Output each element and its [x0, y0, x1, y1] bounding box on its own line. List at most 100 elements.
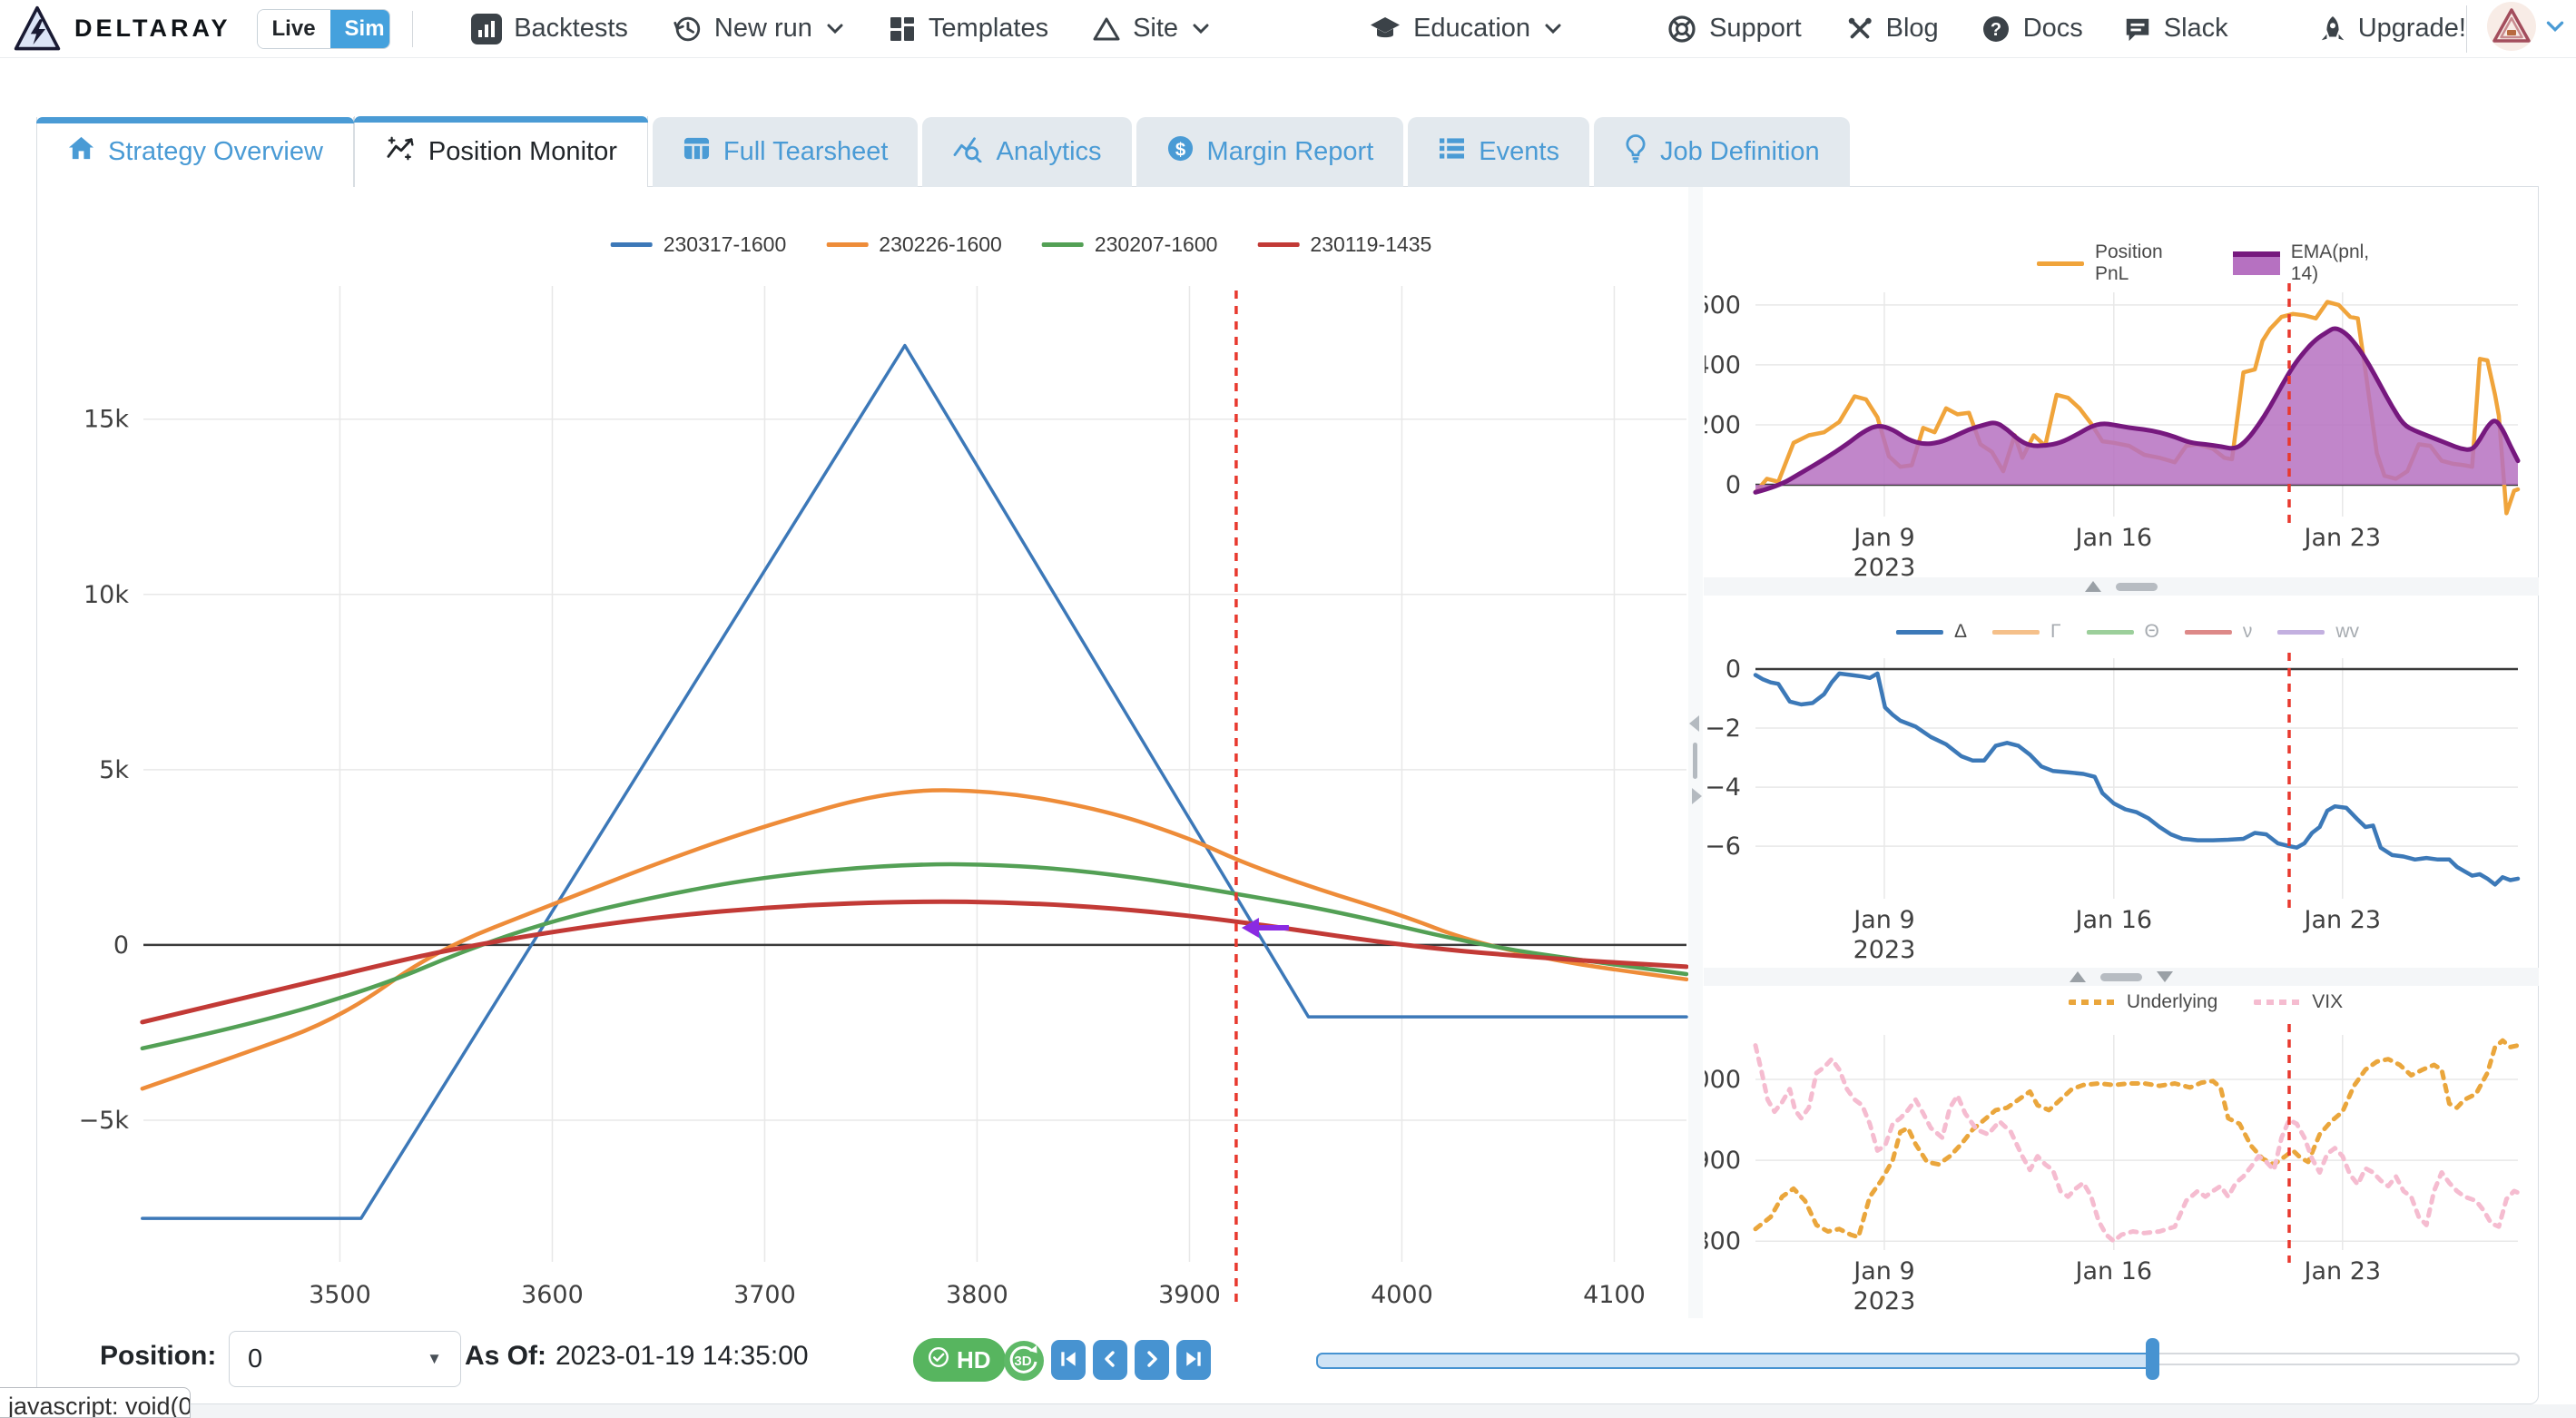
account-chevron-down-icon[interactable]	[2545, 21, 2565, 37]
grid-icon	[888, 15, 917, 44]
legend-swatch	[2277, 630, 2325, 635]
tab-position-monitor[interactable]: Position Monitor	[354, 116, 648, 187]
legend-label: 230317-1600	[664, 232, 787, 257]
live-sim-toggle: Live Sim	[257, 9, 391, 49]
svg-text:$: $	[1175, 140, 1185, 160]
underlying-chart[interactable]: 380039004000Jan 92023Jan 16Jan 23	[1705, 1010, 2538, 1331]
threed-button[interactable]: 3D	[1004, 1341, 1044, 1381]
triangle-icon	[1092, 15, 1121, 44]
time-slider[interactable]	[1316, 1353, 2520, 1365]
nav-item-templates[interactable]: Templates	[888, 14, 1048, 44]
legend-item[interactable]: 230207-1600	[1042, 232, 1218, 257]
tab-analytics[interactable]: Analytics	[922, 117, 1131, 187]
trend-spark-icon	[385, 134, 416, 169]
nav-label: Site	[1133, 14, 1178, 44]
nav-label: Education	[1413, 14, 1530, 44]
status-text: javascript: void(0)	[0, 1388, 190, 1418]
svg-text:Jan 16: Jan 16	[2074, 1257, 2153, 1285]
nav-label: Templates	[929, 14, 1048, 44]
splitter-drag-handle[interactable]	[1693, 743, 1697, 779]
nav-item-site[interactable]: Site	[1092, 14, 1210, 44]
time-slider-handle[interactable]	[2146, 1338, 2159, 1380]
chevron-down-icon	[1192, 24, 1210, 34]
brand-name: DELTARAY	[74, 15, 231, 43]
position-select[interactable]: 0 ▼	[229, 1331, 461, 1387]
deltaray-logo-icon[interactable]	[13, 5, 62, 54]
legend-swatch	[1992, 630, 2040, 635]
nav-item-upgrade[interactable]: Upgrade!	[2319, 14, 2466, 44]
tab-full-tearsheet[interactable]: Full Tearsheet	[653, 117, 919, 187]
avatar[interactable]	[2487, 2, 2536, 55]
pnl-chart[interactable]: 0200400600Jan 92023Jan 16Jan 23	[1705, 270, 2538, 590]
legend-item[interactable]: 230226-1600	[826, 232, 1002, 257]
legend-label: 230119-1435	[1310, 232, 1431, 257]
legend-swatch	[1896, 630, 1943, 635]
svg-text:3600: 3600	[521, 1281, 584, 1309]
svg-text:Jan 16: Jan 16	[2074, 524, 2153, 552]
legend-item[interactable]: 230119-1435	[1257, 232, 1431, 257]
collapse-up-icon[interactable]	[2085, 581, 2101, 592]
nav-item-slack[interactable]: Slack	[2123, 14, 2228, 44]
tab-label: Full Tearsheet	[723, 137, 889, 167]
tab-label: Analytics	[996, 137, 1101, 167]
legend-swatch	[1042, 242, 1084, 247]
collapse-down-icon[interactable]	[2157, 971, 2173, 982]
tab-label: Job Definition	[1660, 137, 1820, 167]
collapse-up-icon[interactable]	[2070, 971, 2086, 982]
svg-text:3700: 3700	[733, 1281, 796, 1309]
tab-strategy-overview[interactable]: Strategy Overview	[36, 117, 354, 187]
legend-swatch	[611, 242, 653, 247]
legend-swatch	[2069, 999, 2116, 1005]
chevron-right-icon	[1143, 1350, 1161, 1371]
skip-start-button[interactable]	[1051, 1340, 1086, 1380]
tab-events[interactable]: Events	[1408, 117, 1589, 187]
asof-value: 2023-01-19 14:35:00	[556, 1341, 809, 1372]
tab-margin-report[interactable]: $ Margin Report	[1136, 117, 1404, 187]
top-navbar: DELTARAY Live Sim Backtests New run Temp…	[0, 0, 2576, 58]
legend-item[interactable]: 230317-1600	[611, 232, 787, 257]
nav-item-new-run[interactable]: New run	[672, 14, 844, 44]
panel-splitter[interactable]	[1688, 187, 1703, 1318]
splitter-collapse-right-icon[interactable]	[1692, 788, 1702, 804]
separator-handle[interactable]	[2116, 583, 2158, 591]
nav-item-blog[interactable]: Blog	[1845, 14, 1939, 44]
toggle-sim[interactable]: Sim	[330, 10, 391, 48]
svg-text:−6: −6	[1705, 832, 1741, 861]
nav-item-docs[interactable]: ? Docs	[1981, 14, 2083, 44]
payoff-chart[interactable]: −5k05k10k15k3500360037003800390040004100	[53, 268, 1688, 1318]
greeks-chart[interactable]: 0−2−4−6Jan 92023Jan 16Jan 23	[1705, 638, 2538, 970]
legend-swatch	[826, 242, 868, 247]
legend-label: 230226-1600	[879, 232, 1002, 257]
toggle-live[interactable]: Live	[258, 10, 330, 48]
svg-text:10k: 10k	[84, 581, 129, 609]
svg-text:?: ?	[1991, 20, 2001, 40]
svg-text:3900: 3900	[1705, 1147, 1741, 1175]
bar-chart-icon	[471, 14, 502, 44]
svg-text:Jan 9: Jan 9	[1852, 1257, 1914, 1285]
status-tooltip: javascript: void(0)	[0, 1387, 191, 1418]
tab-label: Margin Report	[1207, 137, 1374, 167]
nav-label: Slack	[2164, 14, 2228, 44]
app-root: DELTARAY Live Sim Backtests New run Temp…	[0, 0, 2576, 1418]
svg-text:0: 0	[113, 931, 129, 960]
nav-label: Support	[1709, 14, 1802, 44]
svg-text:600: 600	[1705, 291, 1741, 320]
time-slider-fill	[1316, 1353, 2156, 1369]
hd-toggle-button[interactable]: HD	[913, 1338, 1006, 1382]
tab-job-definition[interactable]: Job Definition	[1594, 117, 1850, 187]
svg-text:Jan 16: Jan 16	[2074, 906, 2153, 934]
nav-item-support[interactable]: Support	[1667, 14, 1802, 44]
tab-label: Position Monitor	[428, 137, 617, 167]
separator-handle[interactable]	[2100, 973, 2142, 981]
chat-icon	[2123, 15, 2152, 44]
svg-text:−5k: −5k	[79, 1107, 130, 1135]
skip-start-icon	[1058, 1349, 1078, 1372]
navbar-divider	[412, 11, 413, 47]
skip-end-button[interactable]	[1176, 1340, 1211, 1380]
step-forward-button[interactable]	[1135, 1340, 1169, 1380]
splitter-collapse-left-icon[interactable]	[1689, 715, 1699, 732]
nav-item-education[interactable]: Education	[1369, 14, 1562, 44]
svg-text:0: 0	[1726, 471, 1741, 499]
nav-item-backtests[interactable]: Backtests	[471, 14, 628, 44]
step-back-button[interactable]	[1093, 1340, 1127, 1380]
